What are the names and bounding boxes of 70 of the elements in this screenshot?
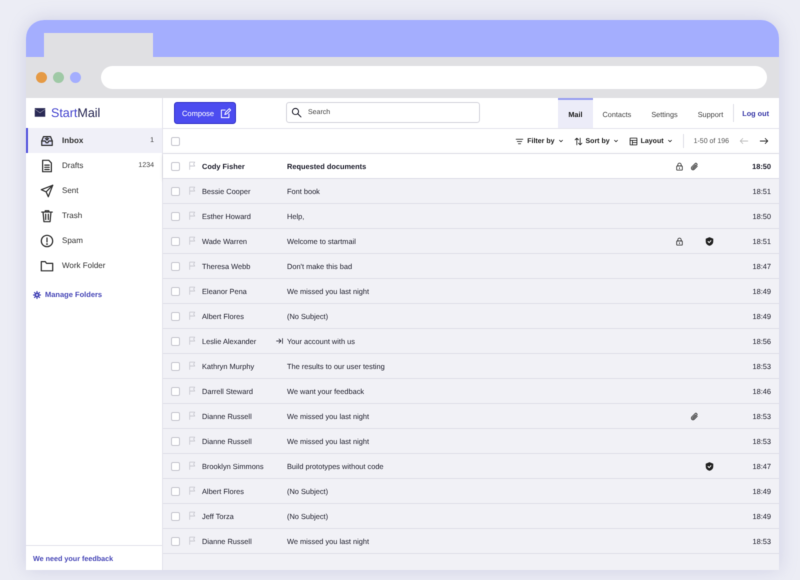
row-checkbox[interactable] xyxy=(171,262,180,270)
arrow-left-icon xyxy=(739,136,749,146)
flag-icon xyxy=(188,260,197,270)
row-checkbox[interactable] xyxy=(171,336,180,346)
flag-icon xyxy=(188,336,197,344)
paper-plane-icon xyxy=(40,184,54,198)
forward-arrow-icon xyxy=(276,337,284,345)
flag-icon xyxy=(188,360,197,370)
row-checkbox[interactable] xyxy=(171,186,180,196)
filter-icon xyxy=(515,136,524,146)
paperclip-icon xyxy=(690,412,699,420)
flag-icon xyxy=(188,236,197,244)
flag-icon xyxy=(188,386,197,394)
flag-icon xyxy=(188,460,197,470)
window-control-icon[interactable] xyxy=(70,72,81,83)
row-checkbox[interactable] xyxy=(171,286,180,296)
flag-icon xyxy=(188,186,197,194)
paperclip-icon xyxy=(690,162,699,170)
address-bar[interactable] xyxy=(101,66,767,89)
arrow-right-icon xyxy=(759,136,769,146)
envelope-logo-icon xyxy=(34,107,46,119)
flag-icon xyxy=(188,510,197,520)
row-checkbox[interactable] xyxy=(171,536,180,546)
row-checkbox[interactable] xyxy=(171,462,180,470)
folder-item[interactable]: Sent xyxy=(26,178,162,203)
flag-icon xyxy=(188,286,197,294)
flag-icon xyxy=(188,486,197,494)
folder-item[interactable]: Trash xyxy=(26,203,162,228)
trash-icon xyxy=(40,208,54,222)
row-checkbox[interactable] xyxy=(171,362,180,370)
row-checkbox[interactable] xyxy=(171,412,180,420)
document-icon xyxy=(40,158,54,172)
row-checkbox[interactable] xyxy=(171,312,180,320)
search-icon xyxy=(291,107,302,118)
folder-item[interactable]: Work Folder xyxy=(26,253,162,278)
row-checkbox[interactable] xyxy=(171,512,180,520)
sort-arrows-icon xyxy=(574,136,582,146)
flag-icon xyxy=(188,536,197,544)
flag-icon xyxy=(188,410,197,420)
inbox-tray-icon xyxy=(40,134,54,148)
brand-name: StartMail xyxy=(51,106,100,120)
next-page-button[interactable] xyxy=(759,136,769,146)
folder-icon xyxy=(40,258,54,272)
previous-page-button[interactable] xyxy=(739,136,749,146)
padlock-icon xyxy=(675,236,684,246)
chevron-down-icon xyxy=(558,138,564,144)
exclamation-circle-icon xyxy=(40,234,54,248)
select-all-checkbox[interactable] xyxy=(171,136,180,146)
gear-icon xyxy=(33,290,41,298)
padlock-icon xyxy=(675,162,684,170)
edit-icon xyxy=(220,108,231,118)
row-checkbox[interactable] xyxy=(171,236,180,246)
chevron-down-icon xyxy=(612,138,619,144)
chevron-down-icon xyxy=(666,138,673,144)
browser-tab[interactable] xyxy=(44,33,153,57)
row-checkbox[interactable] xyxy=(171,436,180,446)
folder-item[interactable]: Spam xyxy=(26,228,162,253)
window-control-icon[interactable] xyxy=(36,72,47,83)
window-control-icon[interactable] xyxy=(53,72,64,83)
flag-icon xyxy=(188,436,197,444)
row-checkbox[interactable] xyxy=(171,162,180,170)
flag-icon xyxy=(188,310,197,320)
row-checkbox[interactable] xyxy=(171,212,180,220)
flag-icon xyxy=(188,210,197,220)
flag-icon xyxy=(188,160,197,170)
shield-check-icon xyxy=(705,462,714,470)
row-checkbox[interactable] xyxy=(171,386,180,396)
layout-grid-icon xyxy=(628,136,638,146)
row-checkbox[interactable] xyxy=(171,486,180,496)
shield-check-icon xyxy=(705,236,714,246)
